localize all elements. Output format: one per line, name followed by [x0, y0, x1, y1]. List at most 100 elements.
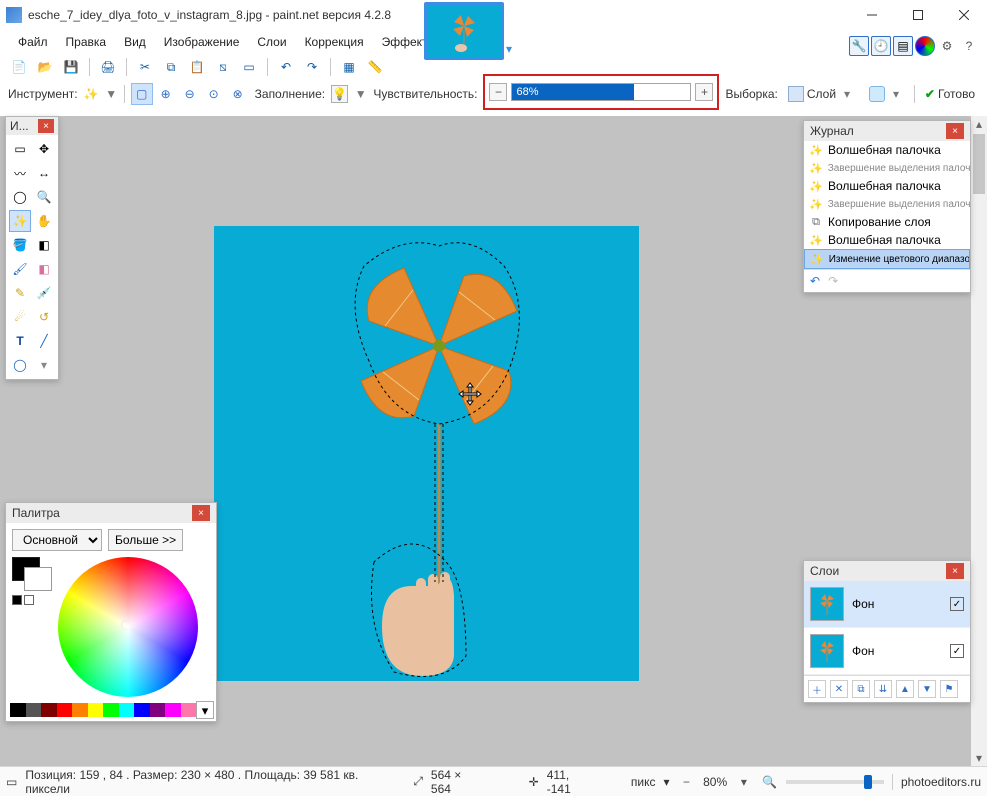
- scroll-thumb[interactable]: [973, 134, 985, 194]
- flood-dropdown-icon[interactable]: ▼: [354, 86, 367, 102]
- selmode-add[interactable]: ⊕: [155, 83, 177, 105]
- layers-header[interactable]: Слои ×: [804, 561, 970, 581]
- undo-icon[interactable]: ↶: [275, 56, 297, 78]
- close-button[interactable]: [941, 0, 987, 30]
- tolerance-decrease[interactable]: −: [489, 83, 507, 101]
- reset-colors-mini[interactable]: [24, 595, 34, 605]
- tool-lasso[interactable]: 〰: [9, 162, 31, 184]
- history-item[interactable]: ✨Волшебная палочка: [804, 177, 970, 195]
- current-tool-icon[interactable]: ✨: [84, 87, 99, 101]
- open-icon[interactable]: 📂: [34, 56, 56, 78]
- document-thumbnail[interactable]: [424, 2, 504, 60]
- menu-adjust[interactable]: Коррекция: [297, 32, 372, 52]
- scrollbar-vertical[interactable]: ▴ ▾: [971, 116, 987, 766]
- selection-scope-layer[interactable]: Слой ▾: [784, 84, 859, 104]
- tools-panel-header[interactable]: И... ×: [6, 117, 58, 135]
- minimize-button[interactable]: [849, 0, 895, 30]
- new-icon[interactable]: 📄: [8, 56, 30, 78]
- tool-dropdown-icon[interactable]: ▼: [105, 86, 118, 102]
- swap-colors-mini[interactable]: [12, 595, 22, 605]
- color-wheel[interactable]: [58, 557, 198, 697]
- selmode-subtract[interactable]: ⊖: [179, 83, 201, 105]
- secondary-color-swatch[interactable]: [24, 567, 52, 591]
- unit-dropdown-icon[interactable]: ▾: [664, 775, 670, 789]
- selmode-replace[interactable]: ▢: [131, 83, 153, 105]
- color-mode-select[interactable]: Основной: [12, 529, 102, 551]
- menu-file[interactable]: Файл: [10, 32, 56, 52]
- zoom-slider-thumb[interactable]: [864, 775, 872, 789]
- colors-more-button[interactable]: Больше >>: [108, 529, 183, 551]
- tool-text[interactable]: T: [9, 330, 31, 352]
- add-swatch-icon[interactable]: ▾: [196, 701, 214, 719]
- deselect-icon[interactable]: ▭: [238, 56, 260, 78]
- settings-icon[interactable]: ⚙: [937, 36, 957, 56]
- zoom-fit-icon[interactable]: 🔍: [761, 773, 779, 791]
- history-item[interactable]: ✨Волшебная палочка: [804, 141, 970, 159]
- tool-ellipse-sel[interactable]: ◯: [9, 186, 31, 208]
- tool-recolor[interactable]: ↺: [33, 306, 55, 328]
- maximize-button[interactable]: [895, 0, 941, 30]
- tool-rect-select[interactable]: ▭: [9, 138, 31, 160]
- tool-move-pixels[interactable]: ↔: [33, 162, 55, 184]
- palette-row[interactable]: ▾: [10, 703, 212, 717]
- tool-zoom[interactable]: 🔍: [33, 186, 55, 208]
- scroll-down-icon[interactable]: ▾: [971, 750, 987, 766]
- redo-icon[interactable]: ↷: [301, 56, 323, 78]
- history-header[interactable]: Журнал ×: [804, 121, 970, 141]
- selmode-xor[interactable]: ⊗: [227, 83, 249, 105]
- thumb-dropdown-icon[interactable]: ▾: [506, 42, 512, 56]
- menu-edit[interactable]: Правка: [58, 32, 115, 52]
- zoom-dropdown-icon[interactable]: ▾: [735, 773, 753, 791]
- tool-gradient[interactable]: ◧: [33, 234, 55, 256]
- layer-visible-checkbox[interactable]: ✓: [950, 644, 964, 658]
- layer-add-icon[interactable]: ＋: [808, 680, 826, 698]
- tool-shape-dd[interactable]: ▾: [33, 354, 55, 376]
- history-item[interactable]: ✨Изменение цветового диапазона: [804, 249, 970, 269]
- tool-shapes[interactable]: ◯: [9, 354, 31, 376]
- toggle-tools-icon[interactable]: 🔧: [849, 36, 869, 56]
- crop-icon[interactable]: ⧅: [212, 56, 234, 78]
- tool-brush[interactable]: 🖌: [9, 258, 31, 280]
- tool-pan[interactable]: ✋: [33, 210, 55, 232]
- layer-delete-icon[interactable]: ✕: [830, 680, 848, 698]
- layer-row[interactable]: Фон ✓: [804, 628, 970, 675]
- finish-button[interactable]: ✔ Готово: [921, 85, 979, 103]
- copy-icon[interactable]: ⧉: [160, 56, 182, 78]
- color-wheel-marker[interactable]: [121, 620, 131, 630]
- tool-pencil[interactable]: ✎: [9, 282, 31, 304]
- menu-layers[interactable]: Слои: [249, 32, 294, 52]
- layer-props-icon[interactable]: ⚑: [940, 680, 958, 698]
- save-icon[interactable]: 💾: [60, 56, 82, 78]
- colors-close-icon[interactable]: ×: [192, 505, 210, 521]
- toggle-layers-icon[interactable]: ▤: [893, 36, 913, 56]
- history-undo-icon[interactable]: ↶: [810, 274, 820, 288]
- history-list[interactable]: ✨Волшебная палочка ✨Завершение выделения…: [804, 141, 970, 269]
- layer-merge-icon[interactable]: ⇊: [874, 680, 892, 698]
- layer-row[interactable]: Фон ✓: [804, 581, 970, 628]
- history-item[interactable]: ✨Волшебная палочка: [804, 231, 970, 249]
- tool-move-sel[interactable]: ✥: [33, 138, 55, 160]
- flood-mode-icon[interactable]: 💡: [331, 85, 348, 103]
- layer-duplicate-icon[interactable]: ⧉: [852, 680, 870, 698]
- help-icon[interactable]: ?: [959, 36, 979, 56]
- menu-image[interactable]: Изображение: [156, 32, 248, 52]
- zoom-out-icon[interactable]: −: [678, 773, 696, 791]
- tool-line[interactable]: ╱: [33, 330, 55, 352]
- history-item[interactable]: ⧉Копирование слоя: [804, 213, 970, 231]
- history-item[interactable]: ✨Завершение выделения палочкой: [804, 195, 970, 213]
- history-close-icon[interactable]: ×: [946, 123, 964, 139]
- tool-picker[interactable]: 💉: [33, 282, 55, 304]
- tool-fill[interactable]: 🪣: [9, 234, 31, 256]
- canvas[interactable]: [214, 226, 639, 681]
- selmode-intersect[interactable]: ⊙: [203, 83, 225, 105]
- grid-icon[interactable]: ▦: [338, 56, 360, 78]
- menu-view[interactable]: Вид: [116, 32, 154, 52]
- rulers-icon[interactable]: 📏: [364, 56, 386, 78]
- layer-up-icon[interactable]: ▲: [896, 680, 914, 698]
- layers-close-icon[interactable]: ×: [946, 563, 964, 579]
- colors-header[interactable]: Палитра ×: [6, 503, 216, 523]
- history-item[interactable]: ✨Завершение выделения палочкой: [804, 159, 970, 177]
- toggle-colors-icon[interactable]: [915, 36, 935, 56]
- tool-magic-wand[interactable]: ✨: [9, 210, 31, 232]
- tools-close-icon[interactable]: ×: [38, 119, 54, 133]
